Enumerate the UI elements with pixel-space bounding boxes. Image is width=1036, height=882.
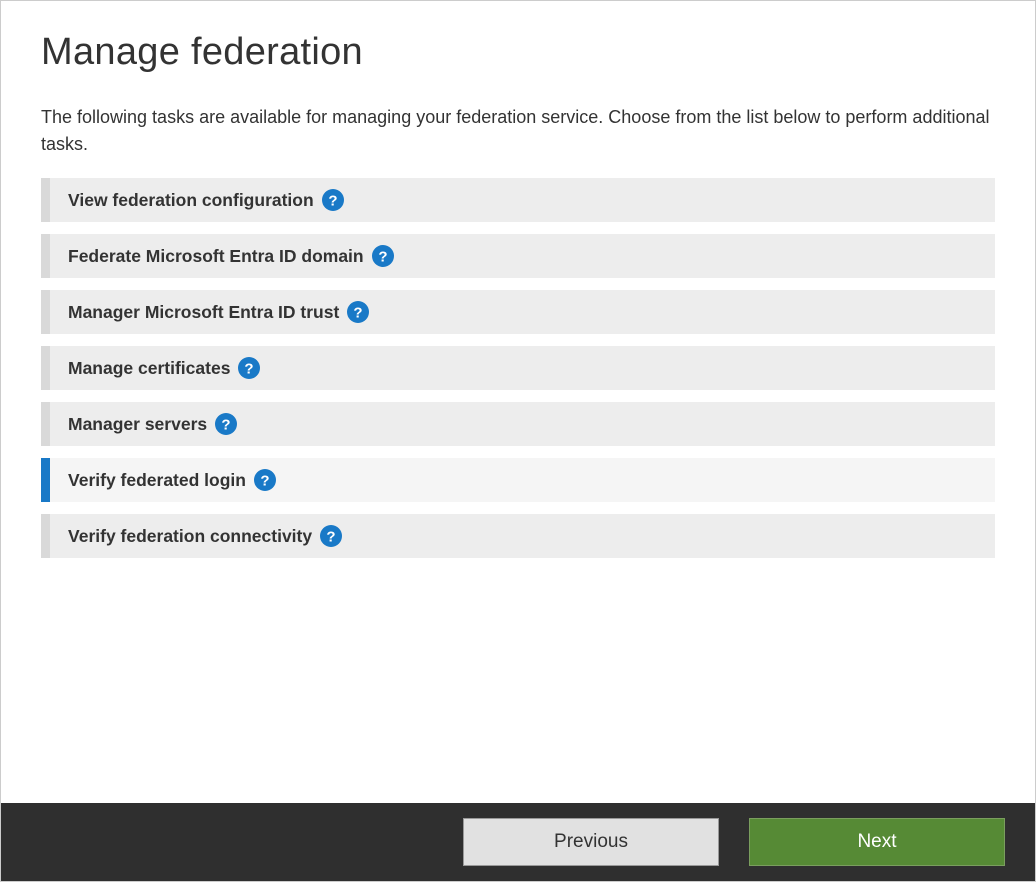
- task-selection-bar: [41, 346, 50, 390]
- page-title: Manage federation: [41, 31, 995, 74]
- task-verify-federated-login[interactable]: Verify federated login ?: [41, 458, 995, 502]
- svg-text:?: ?: [378, 249, 387, 266]
- task-selection-bar: [41, 234, 50, 278]
- task-manage-certificates[interactable]: Manage certificates ?: [41, 346, 995, 390]
- help-icon[interactable]: ?: [238, 357, 260, 379]
- svg-text:?: ?: [245, 361, 254, 378]
- svg-text:?: ?: [327, 529, 336, 546]
- help-icon[interactable]: ?: [322, 189, 344, 211]
- task-label: Manager Microsoft Entra ID trust: [68, 302, 339, 323]
- help-icon[interactable]: ?: [347, 301, 369, 323]
- task-federate-entra-id-domain[interactable]: Federate Microsoft Entra ID domain ?: [41, 234, 995, 278]
- help-icon[interactable]: ?: [215, 413, 237, 435]
- task-selection-bar: [41, 402, 50, 446]
- task-manager-entra-id-trust[interactable]: Manager Microsoft Entra ID trust ?: [41, 290, 995, 334]
- svg-text:?: ?: [328, 193, 337, 210]
- footer: Previous Next: [1, 803, 1035, 881]
- task-selection-bar: [41, 458, 50, 502]
- task-label: Manage certificates: [68, 358, 230, 379]
- help-icon[interactable]: ?: [254, 469, 276, 491]
- task-list: View federation configuration ? Federate…: [41, 178, 995, 558]
- svg-text:?: ?: [260, 473, 269, 490]
- task-label: View federation configuration: [68, 190, 314, 211]
- task-selection-bar: [41, 514, 50, 558]
- page-description: The following tasks are available for ma…: [41, 104, 995, 158]
- task-label: Verify federation connectivity: [68, 526, 312, 547]
- task-manager-servers[interactable]: Manager servers ?: [41, 402, 995, 446]
- svg-text:?: ?: [222, 417, 231, 434]
- task-label: Manager servers: [68, 414, 207, 435]
- task-label: Federate Microsoft Entra ID domain: [68, 246, 364, 267]
- task-label: Verify federated login: [68, 470, 246, 491]
- task-view-federation-configuration[interactable]: View federation configuration ?: [41, 178, 995, 222]
- next-button[interactable]: Next: [749, 818, 1005, 866]
- help-icon[interactable]: ?: [372, 245, 394, 267]
- help-icon[interactable]: ?: [320, 525, 342, 547]
- task-selection-bar: [41, 290, 50, 334]
- previous-button[interactable]: Previous: [463, 818, 719, 866]
- task-selection-bar: [41, 178, 50, 222]
- svg-text:?: ?: [354, 305, 363, 322]
- task-verify-federation-connectivity[interactable]: Verify federation connectivity ?: [41, 514, 995, 558]
